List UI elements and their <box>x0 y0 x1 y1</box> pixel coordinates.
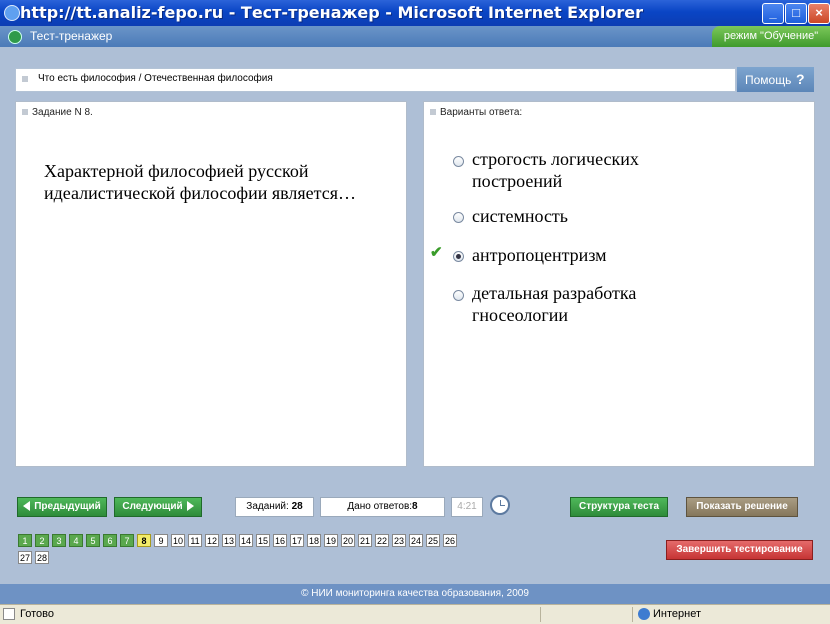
question-number-2[interactable]: 2 <box>35 534 49 547</box>
finish-test-label: Завершить тестирование <box>676 544 803 555</box>
question-number-18[interactable]: 18 <box>307 534 321 547</box>
security-zone: Интернет <box>653 608 701 620</box>
question-number-9[interactable]: 9 <box>154 534 168 547</box>
question-number-21[interactable]: 21 <box>358 534 372 547</box>
breadcrumb-text: Что есть философия / Отечественная филос… <box>38 73 273 84</box>
copyright-footer: © НИИ мониторинга качества образования, … <box>0 584 830 604</box>
answered-count-box: Дано ответов:8 <box>320 497 445 517</box>
mode-badge: режим "Обучение" <box>712 26 830 47</box>
tasks-count-box: Заданий: 28 <box>235 497 314 517</box>
question-number-22[interactable]: 22 <box>375 534 389 547</box>
tasks-label: Заданий: <box>246 501 289 512</box>
window-titlebar: http://tt.analiz-fepo.ru - Тест-тренажер… <box>0 0 830 26</box>
app-logo-icon <box>8 30 22 44</box>
answered-label: Дано ответов: <box>347 501 413 512</box>
answers-title: Варианты ответа: <box>440 107 523 118</box>
question-number-10[interactable]: 10 <box>171 534 185 547</box>
question-number-19[interactable]: 19 <box>324 534 338 547</box>
question-number-14[interactable]: 14 <box>239 534 253 547</box>
question-number-27[interactable]: 27 <box>18 551 32 564</box>
help-button[interactable]: Помощь ? <box>737 67 814 92</box>
bullet-icon <box>430 109 436 115</box>
answer-radio-4[interactable] <box>453 290 464 301</box>
correct-check-icon: ✔ <box>430 244 443 261</box>
show-solution-button[interactable]: Показать решение <box>686 497 798 517</box>
status-divider <box>540 607 541 622</box>
answers-panel-header: Варианты ответа: <box>424 102 814 122</box>
status-text: Готово <box>20 608 54 620</box>
finish-test-button[interactable]: Завершить тестирование <box>666 540 813 560</box>
tasks-count: 28 <box>291 501 303 512</box>
question-number-13[interactable]: 13 <box>222 534 236 547</box>
status-bar: Готово Интернет <box>0 604 830 624</box>
next-button[interactable]: Следующий <box>114 497 202 517</box>
answer-option-2[interactable]: системность <box>472 205 712 227</box>
prev-button[interactable]: Предыдущий <box>17 497 107 517</box>
question-number-15[interactable]: 15 <box>256 534 270 547</box>
question-number-24[interactable]: 24 <box>409 534 423 547</box>
answer-option-4[interactable]: детальная разработка гносеологии <box>472 282 712 326</box>
answers-panel: Варианты ответа: строгость логических по… <box>423 101 815 467</box>
bullet-icon <box>22 109 28 115</box>
question-number-7[interactable]: 7 <box>120 534 134 547</box>
help-label: Помощь <box>745 73 792 87</box>
question-number-1[interactable]: 1 <box>18 534 32 547</box>
answer-radio-1[interactable] <box>453 156 464 167</box>
timer-display: 4:21 <box>451 497 483 517</box>
clock-icon <box>490 495 510 515</box>
app-name: Тест-тренажер <box>30 29 113 43</box>
answer-radio-2[interactable] <box>453 212 464 223</box>
arrow-right-icon <box>186 501 194 512</box>
app-header: Тест-тренажер режим "Обучение" <box>0 26 830 47</box>
task-panel: Задание N 8. Характерной философией русс… <box>15 101 407 467</box>
window-title: http://tt.analiz-fepo.ru - Тест-тренажер… <box>20 3 643 22</box>
answered-count: 8 <box>412 501 418 512</box>
next-label: Следующий <box>122 501 183 512</box>
question-number-16[interactable]: 16 <box>273 534 287 547</box>
show-solution-label: Показать решение <box>696 501 788 512</box>
ie-logo-icon <box>4 5 20 21</box>
internet-globe-icon <box>638 608 650 620</box>
arrow-left-icon <box>23 501 31 512</box>
test-structure-label: Структура теста <box>578 501 660 512</box>
question-number-6[interactable]: 6 <box>103 534 117 547</box>
answer-option-1[interactable]: строгость логических построений <box>472 148 712 192</box>
question-number-11[interactable]: 11 <box>188 534 202 547</box>
prev-label: Предыдущий <box>34 501 101 512</box>
answer-option-3[interactable]: антропоцентризм <box>472 244 712 266</box>
question-number-25[interactable]: 25 <box>426 534 440 547</box>
question-number-20[interactable]: 20 <box>341 534 355 547</box>
question-number-17[interactable]: 17 <box>290 534 304 547</box>
test-structure-button[interactable]: Структура теста <box>570 497 668 517</box>
question-text: Характерной философией русской идеалисти… <box>44 161 356 203</box>
question-number-28[interactable]: 28 <box>35 551 49 564</box>
question-number-5[interactable]: 5 <box>86 534 100 547</box>
answer-radio-3[interactable] <box>453 251 464 262</box>
maximize-button[interactable]: □ <box>785 3 807 24</box>
task-panel-header: Задание N 8. <box>16 102 406 122</box>
status-divider <box>632 607 633 622</box>
question-number-12[interactable]: 12 <box>205 534 219 547</box>
page-icon <box>3 608 15 620</box>
question-number-8[interactable]: 8 <box>137 534 151 547</box>
question-number-4[interactable]: 4 <box>69 534 83 547</box>
bullet-icon <box>22 76 28 82</box>
question-number-3[interactable]: 3 <box>52 534 66 547</box>
breadcrumb: Что есть философия / Отечественная филос… <box>15 68 736 92</box>
question-number-26[interactable]: 26 <box>443 534 457 547</box>
minimize-button[interactable]: _ <box>762 3 784 24</box>
close-button[interactable]: × <box>808 3 830 24</box>
question-number-23[interactable]: 23 <box>392 534 406 547</box>
task-number: Задание N 8. <box>32 107 93 118</box>
question-mark-icon: ? <box>796 71 805 87</box>
